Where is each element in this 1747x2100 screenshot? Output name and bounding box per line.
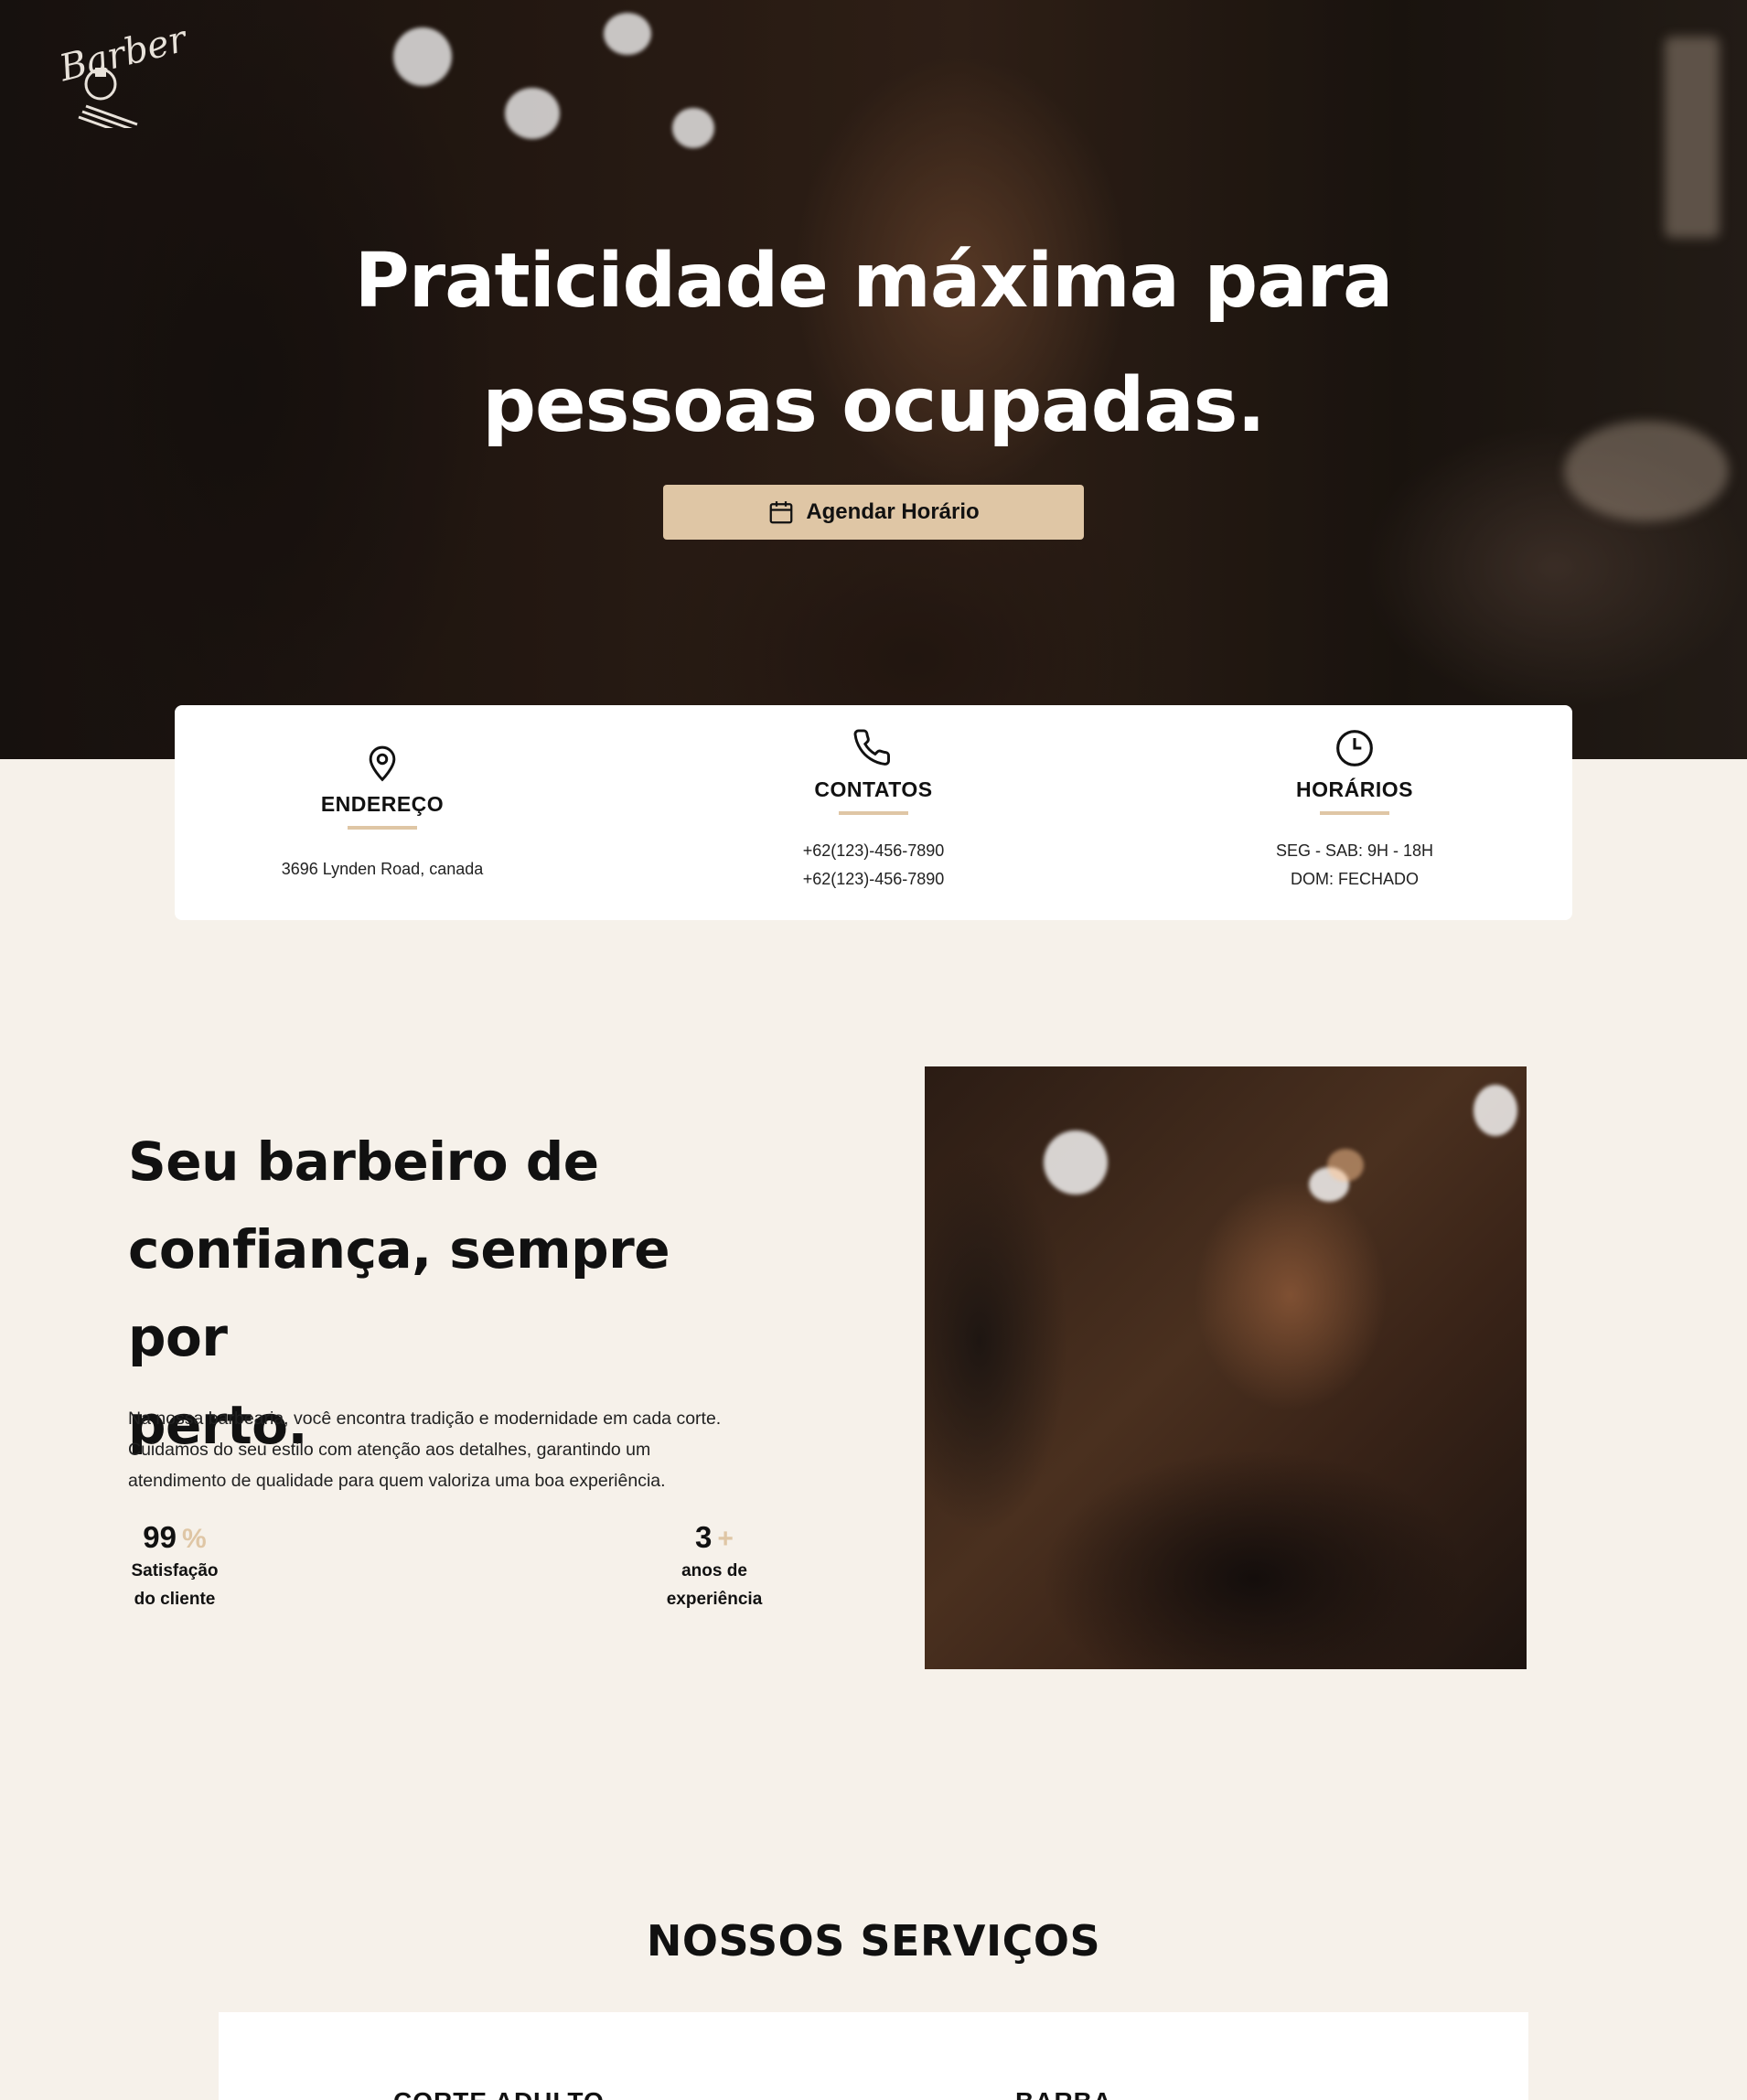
hero-bokeh-light <box>505 88 560 139</box>
schedule-button[interactable]: Agendar Horário <box>663 485 1084 540</box>
stat-experience-label-line2: experiência <box>666 1590 763 1609</box>
contacts-phone-2[interactable]: +62(123)-456-7890 <box>645 865 1102 894</box>
hero-bokeh-light <box>604 13 651 55</box>
logo[interactable]: Barber <box>55 18 190 137</box>
hero-title-line1: Praticidade máxima para <box>354 238 1394 325</box>
contacts-title-underline <box>839 811 908 815</box>
hours-block: HORÁRIOS SEG - SAB: 9H - 18H DOM: FECHAD… <box>1126 728 1583 894</box>
about-text-line1: Na nossa barbearia, você encontra tradiç… <box>128 1409 722 1429</box>
photo-bokeh-light <box>1044 1130 1108 1195</box>
about-title-line1: Seu barbeiro de <box>128 1130 599 1193</box>
stat-experience-label: anos de experiência <box>657 1557 772 1613</box>
stat-satisfaction-suffix: % <box>182 1524 207 1554</box>
stat-experience: 3 + anos de experiência <box>657 1520 772 1613</box>
address-block: ENDEREÇO 3696 Lynden Road, canada <box>154 743 611 884</box>
hours-title: HORÁRIOS <box>1296 777 1413 801</box>
about-text-line2: Cuidamos do seu estilo com atenção aos d… <box>128 1440 651 1460</box>
calendar-icon <box>769 501 793 524</box>
map-pin-icon <box>369 745 396 782</box>
stat-satisfaction-label-line1: Satisfação <box>131 1561 219 1580</box>
hours-weekdays: SEG - SAB: 9H - 18H <box>1275 841 1434 860</box>
stat-satisfaction-label-line2: do cliente <box>134 1590 216 1609</box>
photo-bokeh-light <box>1474 1085 1517 1136</box>
info-card: ENDEREÇO 3696 Lynden Road, canada CONTAT… <box>175 705 1572 920</box>
stat-experience-suffix: + <box>717 1524 734 1554</box>
phone-icon <box>853 729 890 766</box>
contacts-title: CONTATOS <box>814 777 933 801</box>
about-text-line3: atendimento de qualidade para quem valor… <box>128 1471 666 1491</box>
address-title-underline <box>348 826 417 830</box>
about-description: Na nossa barbearia, você encontra tradiç… <box>128 1403 787 1496</box>
services-card: CORTE ADULTO BARBA <box>219 2012 1528 2100</box>
contacts-phone-1[interactable]: +62(123)-456-7890 <box>645 837 1102 865</box>
hero-title: Praticidade máxima para pessoas ocupadas… <box>0 220 1747 468</box>
stat-experience-value: 3 <box>695 1520 713 1554</box>
contacts-block: CONTATOS +62(123)-456-7890 +62(123)-456-… <box>645 728 1102 894</box>
hero-bokeh-light <box>672 108 714 148</box>
schedule-button-label: Agendar Horário <box>806 499 980 524</box>
address-text: 3696 Lynden Road, canada <box>281 860 484 878</box>
hours-title-underline <box>1320 811 1389 815</box>
services-title: NOSSOS SERVIÇOS <box>646 1916 1101 1966</box>
photo-bokeh-warm <box>1327 1149 1364 1182</box>
address-title: ENDEREÇO <box>320 792 445 816</box>
service-haircut[interactable]: CORTE ADULTO <box>393 2087 605 2100</box>
about-title-line2: confiança, sempre por <box>128 1218 670 1368</box>
stat-satisfaction-value: 99 <box>143 1520 177 1554</box>
hero-bokeh-dim <box>1665 37 1720 238</box>
stat-experience-label-line1: anos de <box>681 1561 747 1580</box>
hero-section: Barber Praticidade máxima para pessoas o… <box>0 0 1747 759</box>
stat-satisfaction: 99% Satisfação do cliente <box>124 1520 225 1613</box>
service-beard[interactable]: BARBA <box>1015 2087 1112 2100</box>
hours-sunday: DOM: FECHADO <box>1290 870 1419 888</box>
hero-title-line2: pessoas ocupadas. <box>482 362 1265 449</box>
hero-bokeh-light <box>393 27 452 86</box>
barber-photo <box>925 1066 1527 1669</box>
stat-satisfaction-label: Satisfação do cliente <box>124 1557 225 1613</box>
clock-icon <box>1336 730 1373 766</box>
